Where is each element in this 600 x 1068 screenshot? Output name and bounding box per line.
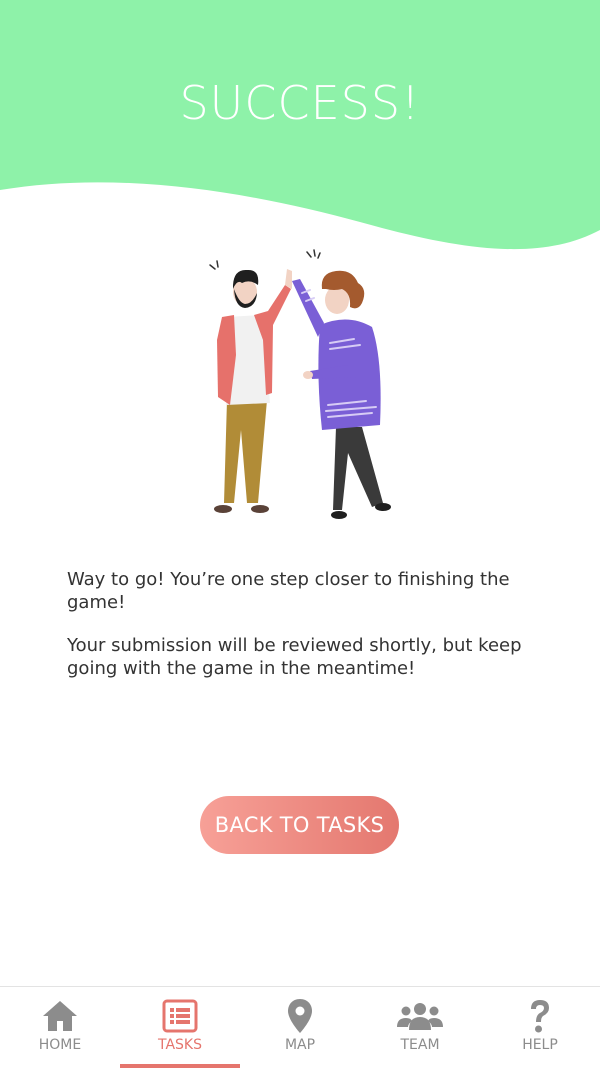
message-line-2: Your submission will be reviewed shortly…	[67, 635, 522, 679]
tab-map[interactable]: MAP	[240, 987, 360, 1068]
tab-tasks-label: TASKS	[158, 1037, 202, 1053]
bottom-tab-bar: HOME TASKS MAP TEAM HELP	[0, 986, 600, 1068]
tab-map-label: MAP	[284, 1037, 316, 1053]
tab-help[interactable]: HELP	[480, 987, 600, 1068]
tab-help-label: HELP	[522, 1037, 558, 1053]
header-wave	[0, 0, 600, 250]
message-line-1: Way to go! You’re one step closer to fin…	[67, 569, 510, 613]
map-pin-icon	[286, 998, 314, 1034]
page-title: SUCCESS!	[179, 76, 421, 130]
tab-team-label: TEAM	[400, 1037, 440, 1053]
success-message: Way to go! You’re one step closer to fin…	[67, 568, 547, 700]
help-icon	[527, 998, 553, 1034]
tasks-list-icon	[162, 998, 198, 1034]
back-to-tasks-button[interactable]: BACK TO TASKS	[200, 796, 399, 854]
tab-home-label: HOME	[38, 1037, 82, 1053]
tab-tasks[interactable]: TASKS	[120, 987, 240, 1068]
active-tab-indicator	[120, 1064, 240, 1068]
tab-home[interactable]: HOME	[0, 987, 120, 1068]
high-five-illustration	[209, 249, 391, 519]
team-icon	[396, 998, 444, 1034]
home-icon	[41, 998, 79, 1034]
tab-team[interactable]: TEAM	[360, 987, 480, 1068]
